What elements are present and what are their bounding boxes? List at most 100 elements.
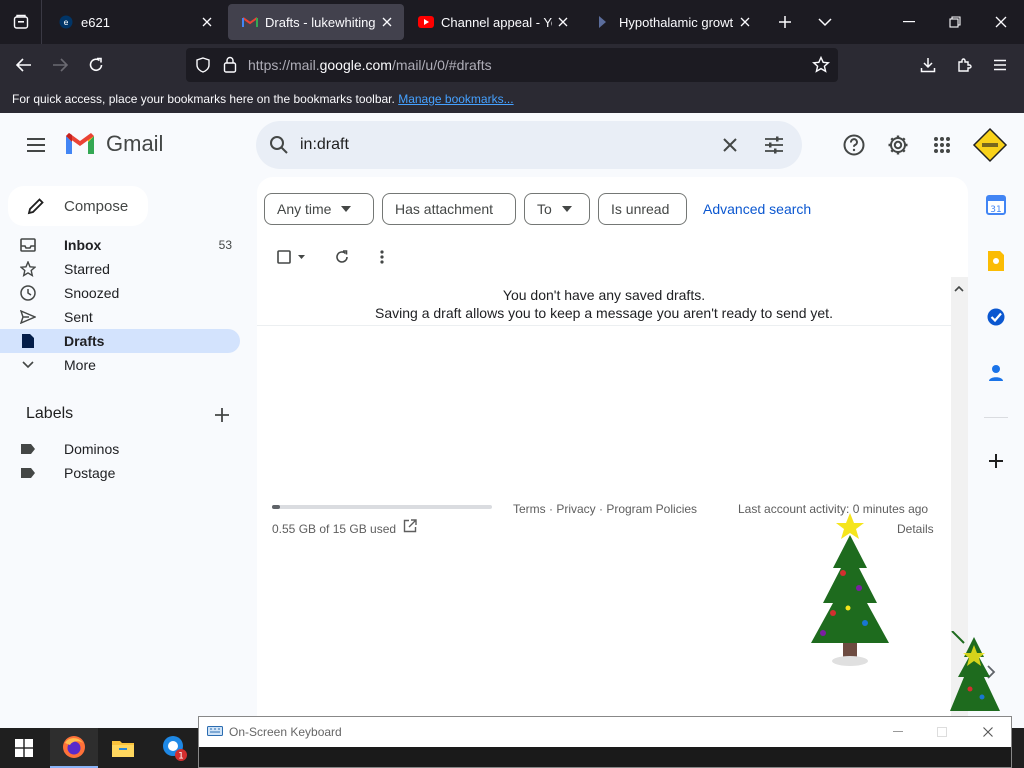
search-icon[interactable] [269, 135, 289, 160]
star-bookmark-icon[interactable] [812, 55, 830, 79]
maximize-icon [937, 727, 947, 737]
close-window-button[interactable] [978, 0, 1024, 44]
nav-item-more[interactable]: More [0, 353, 240, 377]
search-input[interactable]: in:draft [300, 136, 349, 154]
document-favicon-icon [596, 14, 612, 30]
star-icon [0, 261, 64, 277]
more-actions-button[interactable] [368, 245, 396, 269]
keep-icon[interactable] [982, 247, 1010, 275]
gmail-logo-text[interactable]: Gmail [106, 131, 163, 157]
firefox-view-button[interactable] [0, 0, 42, 44]
chip-label: Is unread [611, 201, 670, 217]
keyboard-icon [207, 723, 223, 741]
osk-maximize-button[interactable] [919, 717, 965, 747]
tab-youtube[interactable]: Channel appeal - YouTube [404, 4, 580, 40]
clear-search-icon[interactable] [722, 137, 738, 158]
start-button[interactable] [0, 728, 48, 768]
contacts-icon[interactable] [982, 359, 1010, 387]
tab-e621[interactable]: e e621 [44, 4, 224, 40]
chevron-down-icon [0, 361, 64, 369]
close-tab-icon[interactable] [376, 11, 398, 33]
forward-button[interactable] [43, 48, 77, 82]
caret-down-icon [561, 206, 572, 212]
nav-item-inbox[interactable]: Inbox 53 [0, 233, 240, 257]
minimize-window-button[interactable] [886, 0, 932, 44]
christmas-tree-icon [811, 513, 889, 666]
create-label-button[interactable] [202, 395, 242, 435]
select-all-checkbox[interactable] [273, 245, 309, 269]
svg-text:e: e [64, 18, 69, 27]
back-button[interactable] [7, 48, 41, 82]
google-apps-button[interactable] [922, 125, 962, 165]
manage-bookmarks-link[interactable]: Manage bookmarks... [398, 92, 513, 106]
url-bar[interactable]: https://mail.google.com/mail/u/0/#drafts [186, 48, 838, 82]
details-link[interactable]: Details [897, 522, 934, 536]
firefox-icon [63, 736, 85, 758]
nav-item-sent[interactable]: Sent [0, 305, 240, 329]
filter-is-unread[interactable]: Is unread [598, 193, 687, 225]
nav-item-snoozed[interactable]: Snoozed [0, 281, 240, 305]
tasks-icon[interactable] [982, 303, 1010, 331]
main-menu-button[interactable] [16, 125, 56, 165]
tab-hypothalamic[interactable]: Hypothalamic growth h [582, 4, 762, 40]
side-panel-divider [984, 417, 1008, 418]
add-app-icon[interactable] [982, 447, 1010, 475]
downloads-button[interactable] [911, 48, 945, 82]
label-item-dominos[interactable]: Dominos [0, 437, 240, 461]
open-external-icon[interactable] [403, 519, 417, 538]
taskbar-file-explorer[interactable] [99, 728, 147, 768]
taskbar-app-with-badge[interactable]: 1 [150, 728, 198, 768]
extensions-button[interactable] [947, 48, 981, 82]
tab-title: e621 [81, 14, 110, 30]
calendar-icon[interactable]: 31 [982, 191, 1010, 219]
refresh-button[interactable] [328, 245, 356, 269]
checkbox-icon [277, 250, 305, 264]
scroll-up-icon[interactable] [951, 281, 967, 297]
minimize-icon [903, 21, 915, 23]
gmail-logo-icon[interactable] [64, 132, 96, 161]
plus-icon [215, 408, 229, 422]
search-options-icon[interactable] [764, 135, 784, 160]
osk-close-button[interactable] [965, 717, 1011, 747]
app-menu-button[interactable] [983, 48, 1017, 82]
more-vert-icon [380, 250, 384, 264]
app-with-notification-icon: 1 [163, 736, 187, 762]
lock-icon[interactable] [223, 56, 237, 78]
osk-minimize-button[interactable] [875, 717, 921, 747]
hamburger-icon [994, 59, 1006, 71]
search-bar[interactable]: in:draft [256, 121, 802, 169]
chevron-down-icon [818, 18, 832, 27]
tab-title: Drafts - lukewhiting399 [265, 14, 376, 30]
restore-window-button[interactable] [932, 0, 978, 44]
footer-links[interactable]: Terms · Privacy · Program Policies [513, 502, 697, 516]
close-tab-icon[interactable] [196, 11, 218, 33]
taskbar-firefox[interactable] [50, 728, 98, 768]
advanced-search-link[interactable]: Advanced search [703, 201, 811, 217]
close-tab-icon[interactable] [552, 11, 574, 33]
filter-any-time[interactable]: Any time [264, 193, 374, 225]
nav-item-drafts[interactable]: Drafts [0, 329, 240, 353]
svg-text:1: 1 [178, 752, 184, 762]
url-text[interactable]: https://mail.google.com/mail/u/0/#drafts [248, 57, 492, 73]
list-all-tabs-button[interactable] [802, 0, 848, 44]
filter-has-attachment[interactable]: Has attachment [382, 193, 516, 225]
shield-icon[interactable] [196, 57, 210, 78]
gmail-app: Gmail in:draft Compose Inbox 53 Starred [0, 113, 1024, 728]
close-tab-icon[interactable] [734, 11, 756, 33]
compose-button[interactable]: Compose [8, 186, 148, 226]
plus-icon [779, 16, 791, 28]
support-button[interactable] [834, 125, 874, 165]
tab-drafts[interactable]: Drafts - lukewhiting399 [228, 4, 404, 40]
nav-item-starred[interactable]: Starred [0, 257, 240, 281]
settings-button[interactable] [878, 125, 918, 165]
unread-count: 53 [218, 238, 232, 252]
osk-title: On-Screen Keyboard [229, 725, 342, 739]
label-item-postage[interactable]: Postage [0, 461, 240, 485]
osk-title-bar[interactable]: On-Screen Keyboard [199, 717, 1011, 747]
christmas-tree-small-icon [950, 631, 1000, 711]
empty-title: You don't have any saved drafts. [502, 287, 706, 303]
chip-label: To [537, 201, 552, 217]
account-avatar[interactable] [972, 127, 1008, 168]
filter-to[interactable]: To [524, 193, 590, 225]
reload-button[interactable] [79, 48, 113, 82]
